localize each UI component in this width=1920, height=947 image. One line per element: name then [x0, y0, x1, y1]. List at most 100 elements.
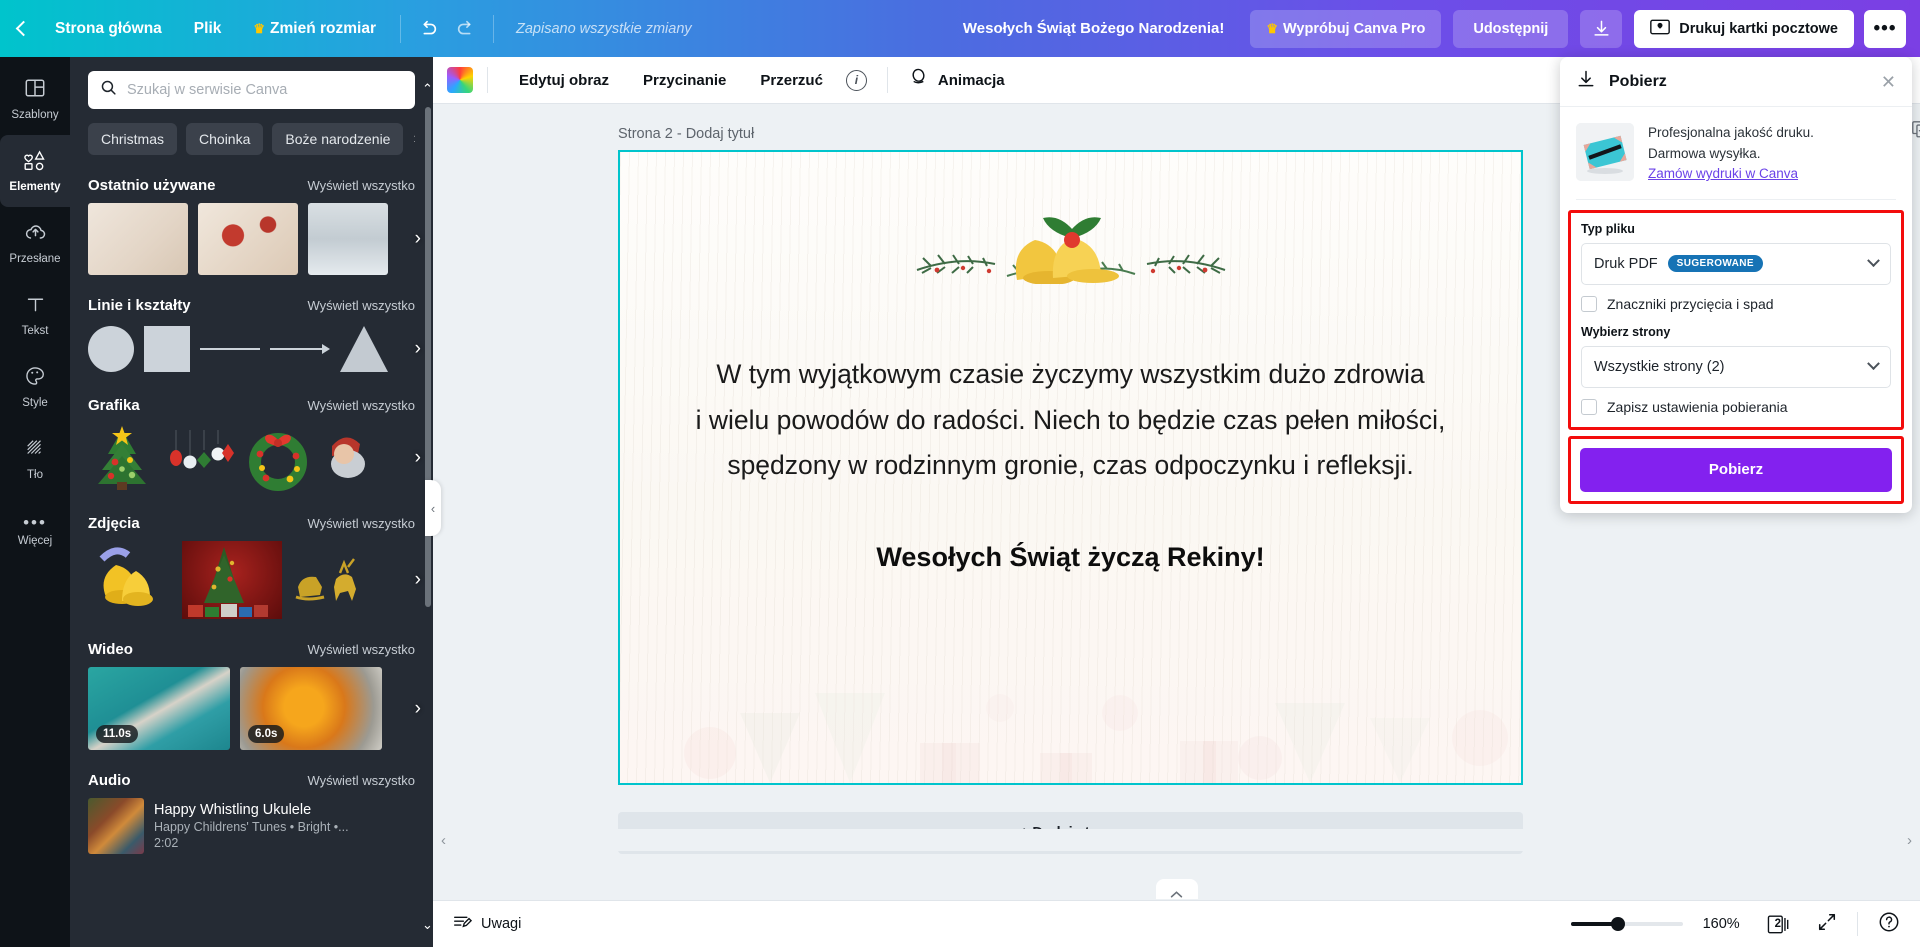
- crop-marks-checkbox-row[interactable]: Znaczniki przycięcia i spad: [1581, 295, 1891, 312]
- photo-sleigh-reindeer[interactable]: [292, 541, 370, 619]
- page-manager-button[interactable]: 2: [1767, 913, 1797, 935]
- card-signature-text[interactable]: Wesołych Świąt życzą Rekiny!: [620, 542, 1521, 573]
- graphic-santa[interactable]: [322, 424, 370, 492]
- photo-bells[interactable]: [88, 541, 172, 619]
- sidebar-label-elementy: Elementy: [9, 181, 61, 193]
- shape-arrow[interactable]: [270, 344, 330, 354]
- file-type-value: Druk PDF: [1594, 255, 1658, 272]
- video-next-arrow[interactable]: ›: [415, 698, 421, 720]
- scroll-right-arrow[interactable]: ›: [1907, 832, 1912, 849]
- comments-button[interactable]: Uwagi: [453, 913, 521, 936]
- animate-button[interactable]: Animacja: [902, 67, 1005, 93]
- shape-triangle[interactable]: [340, 326, 388, 372]
- audio-cover-art[interactable]: [88, 798, 144, 854]
- scroll-left-arrow[interactable]: ‹: [441, 832, 446, 849]
- flip-button[interactable]: Przerzuć: [743, 72, 840, 89]
- try-canva-pro-button[interactable]: ♛ Wypróbuj Canva Pro: [1250, 9, 1442, 48]
- back-button[interactable]: [15, 20, 32, 37]
- zoom-slider-fill: [1570, 922, 1617, 926]
- view-all-recent[interactable]: Wyświetl wszystko: [307, 178, 415, 193]
- download-settings-highlight: Typ pliku Druk PDF SUGEROWANE Znaczniki …: [1568, 209, 1904, 430]
- design-card-page2[interactable]: W tym wyjątkowym czasie życzymy wszystki…: [618, 150, 1523, 785]
- view-all-photos[interactable]: Wyświetl wszystko: [307, 516, 415, 531]
- sidebar-item-wiecej[interactable]: ••• Więcej: [0, 495, 70, 567]
- zoom-slider-knob[interactable]: [1610, 917, 1625, 931]
- duplicate-page-icon[interactable]: [1911, 120, 1920, 143]
- view-all-shapes[interactable]: Wyświetl wszystko: [307, 298, 415, 313]
- crop-marks-checkbox[interactable]: [1581, 295, 1597, 312]
- chip-boze-narodzenie[interactable]: Boże narodzenie: [272, 123, 404, 155]
- help-button[interactable]: [1878, 911, 1900, 938]
- comments-label: Uwagi: [481, 916, 522, 932]
- pages-select[interactable]: Wszystkie strony (2): [1581, 345, 1891, 388]
- chip-choinka[interactable]: Choinka: [186, 123, 264, 155]
- shapes-next-arrow[interactable]: ›: [415, 338, 421, 360]
- graphic-wreath[interactable]: [244, 424, 312, 492]
- document-title[interactable]: Wesołych Świąt Bożego Narodzenia!: [963, 20, 1224, 37]
- more-options-button[interactable]: •••: [1864, 9, 1906, 48]
- edit-image-button[interactable]: Edytuj obraz: [502, 72, 626, 89]
- undo-button[interactable]: [409, 10, 447, 48]
- close-icon[interactable]: ✕: [1881, 73, 1896, 91]
- info-icon[interactable]: i: [845, 69, 867, 91]
- recent-thumb-3[interactable]: [308, 203, 388, 275]
- recent-thumb-1[interactable]: [88, 203, 188, 275]
- download-submit-button[interactable]: Pobierz: [1580, 447, 1892, 492]
- zoom-slider[interactable]: [1570, 917, 1683, 931]
- download-button[interactable]: [1580, 9, 1623, 48]
- resize-button[interactable]: ♛ Zmień rozmiar: [237, 20, 392, 38]
- collapse-canvas-toggle[interactable]: [1155, 879, 1198, 899]
- share-button[interactable]: Udostępnij: [1453, 9, 1569, 48]
- chips-next-arrow[interactable]: ›: [414, 130, 415, 148]
- graphic-christmas-tree[interactable]: [88, 424, 156, 492]
- zoom-level-label[interactable]: 160%: [1703, 916, 1747, 932]
- recent-thumb-2[interactable]: [198, 203, 298, 275]
- file-type-select[interactable]: Druk PDF SUGEROWANE: [1581, 242, 1891, 285]
- print-postcards-button[interactable]: Drukuj kartki pocztowe: [1634, 9, 1854, 48]
- order-prints-link[interactable]: Zamów wydruki w Canva: [1648, 164, 1798, 185]
- sidebar-item-przeslane[interactable]: Przesłane: [0, 207, 70, 279]
- video-thumb-1[interactable]: 11.0s: [88, 667, 230, 750]
- redo-button[interactable]: [447, 10, 485, 48]
- chip-christmas[interactable]: Christmas: [88, 123, 178, 155]
- section-header-audio: Audio Wyświetl wszystko: [88, 772, 415, 789]
- bells-holly-decoration[interactable]: [911, 184, 1231, 289]
- sidebar-item-elementy[interactable]: Elementy: [0, 135, 70, 207]
- view-all-audio[interactable]: Wyświetl wszystko: [307, 773, 415, 788]
- audio-row[interactable]: Happy Whistling Ukulele Happy Childrens'…: [88, 798, 415, 854]
- home-button[interactable]: Strona główna: [39, 20, 178, 38]
- view-all-video[interactable]: Wyświetl wszystko: [307, 642, 415, 657]
- chevron-down-icon-filetype: [1867, 254, 1880, 268]
- search-box[interactable]: [88, 71, 415, 109]
- search-input[interactable]: [127, 82, 403, 98]
- save-settings-checkbox[interactable]: [1581, 398, 1597, 415]
- sidebar-label-szablony: Szablony: [11, 109, 59, 121]
- graphic-ornaments[interactable]: [166, 424, 234, 492]
- sidebar-item-szablony[interactable]: Szablony: [0, 63, 70, 135]
- view-all-graphics[interactable]: Wyświetl wszystko: [307, 398, 415, 413]
- fullscreen-button[interactable]: [1817, 912, 1837, 937]
- download-panel-header: Pobierz ✕: [1560, 57, 1912, 107]
- horizontal-scroll-bar[interactable]: ‹ ›: [433, 829, 1920, 851]
- page-title-label[interactable]: Strona 2 - Dodaj tytuł: [618, 126, 754, 142]
- file-menu-button[interactable]: Plik: [178, 20, 238, 38]
- sidebar-item-tlo[interactable]: Tło: [0, 423, 70, 495]
- recent-next-arrow[interactable]: ›: [415, 228, 421, 250]
- crop-button[interactable]: Przycinanie: [626, 72, 743, 89]
- photos-next-arrow[interactable]: ›: [415, 569, 421, 591]
- shape-square[interactable]: [144, 326, 190, 372]
- shape-circle[interactable]: [88, 326, 134, 372]
- sidebar-item-tekst[interactable]: Tekst: [0, 279, 70, 351]
- sidebar-item-style[interactable]: Style: [0, 351, 70, 423]
- video-row: 11.0s 6.0s ›: [88, 667, 421, 750]
- panel-scroll-down-arrow[interactable]: ⌄: [422, 917, 433, 937]
- panel-collapse-handle[interactable]: ‹: [425, 480, 441, 536]
- image-color-swatch[interactable]: [447, 67, 473, 93]
- save-settings-checkbox-row[interactable]: Zapisz ustawienia pobierania: [1581, 398, 1891, 415]
- graphics-next-arrow[interactable]: ›: [415, 447, 421, 469]
- video-thumb-2[interactable]: 6.0s: [240, 667, 382, 750]
- photo-christmas-tree-red[interactable]: [182, 541, 282, 619]
- shape-line[interactable]: [200, 348, 260, 350]
- card-body-text[interactable]: W tym wyjątkowym czasie życzymy wszystki…: [668, 352, 1473, 489]
- panel-scroll-up-arrow[interactable]: ⌃: [422, 81, 433, 101]
